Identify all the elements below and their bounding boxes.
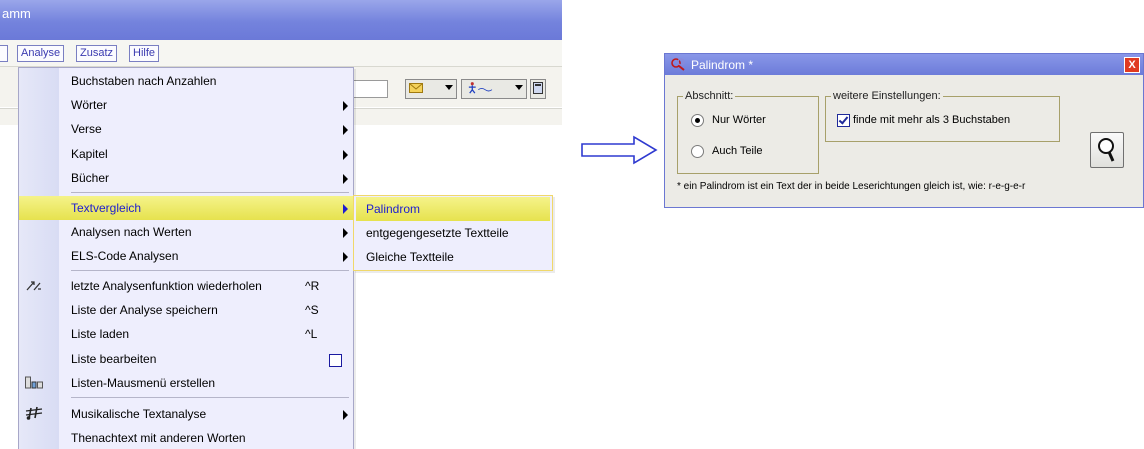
menu-item-label: Liste der Analyse speichern [71, 303, 218, 317]
calculator-icon [533, 82, 543, 94]
menu-item-woerter[interactable]: Wörter [19, 93, 353, 117]
menu-separator [71, 192, 349, 193]
dialog-titlebar: Palindrom * X [665, 54, 1143, 75]
menu-item-label: Liste bearbeiten [71, 352, 157, 366]
menubar-item-analyse[interactable]: Analyse [17, 45, 65, 62]
radio-label: Auch Teile [712, 145, 763, 157]
menu-separator [71, 270, 349, 271]
person-figure-icon [468, 82, 493, 94]
menubar-item-previous[interactable] [0, 45, 8, 62]
menu-item-label: Buchstaben nach Anzahlen [71, 74, 217, 88]
menu-item-label: Bücher [71, 171, 110, 185]
menu-item-buecher[interactable]: Bücher [19, 166, 353, 190]
textvergleich-submenu: Palindrom entgegengesetzte Textteile Gle… [353, 195, 553, 271]
min-letters-checkbox[interactable] [837, 114, 850, 127]
mail-icon [409, 83, 423, 93]
calculator-button[interactable] [530, 79, 546, 99]
submenu-arrow-icon [343, 228, 348, 238]
menu-item-musical-analysis[interactable]: Musikalische Textanalyse [19, 402, 353, 426]
menu-item-els-code[interactable]: ELS-Code Analysen [19, 244, 353, 268]
mail-dropdown-button[interactable] [405, 79, 457, 99]
menu-item-label: Liste laden [71, 327, 130, 341]
submenu-arrow-icon [343, 101, 348, 111]
submenu-item-label: entgegengesetzte Textteile [366, 226, 509, 240]
search-button[interactable] [1090, 132, 1124, 168]
menubar: Analyse Zusatz Hilfe [0, 40, 562, 67]
menubar-item-zusatz[interactable]: Zusatz [76, 45, 118, 62]
close-button[interactable]: X [1124, 57, 1140, 73]
menu-item-label: Analysen nach Werten [71, 225, 192, 239]
radio-label: Nur Wörter [712, 114, 766, 126]
submenu-arrow-icon [343, 204, 348, 214]
menu-checkbox[interactable] [329, 354, 342, 367]
group-caption: Abschnitt: [683, 90, 736, 102]
menu-item-shortcut: ^R [305, 279, 320, 293]
submenu-arrow-icon [343, 252, 348, 262]
menu-item-load-list[interactable]: Liste laden ^L [19, 322, 353, 346]
palindrom-dialog: Palindrom * X Abschnitt: Nur Wörter Auch… [664, 53, 1144, 208]
group-caption: weitere Einstellungen: [831, 90, 943, 102]
analyse-menu: Buchstaben nach Anzahlen Wörter Verse Ka… [18, 67, 354, 449]
window-titlebar: amm [0, 0, 562, 40]
menu-item-edit-list[interactable]: Liste bearbeiten [19, 347, 353, 371]
menu-item-label: Listen-Mausmenü erstellen [71, 376, 216, 390]
menu-item-label: ELS-Code Analysen [71, 249, 179, 263]
menu-item-save-list[interactable]: Liste der Analyse speichern ^S [19, 298, 353, 322]
menu-item-label: Kapitel [71, 147, 108, 161]
menu-item-kapitel[interactable]: Kapitel [19, 142, 353, 166]
chevron-down-icon [445, 85, 453, 90]
menu-item-buchstaben[interactable]: Buchstaben nach Anzahlen [19, 69, 353, 93]
submenu-item-label: Palindrom [366, 202, 421, 216]
submenu-arrow-icon [343, 125, 348, 135]
menu-item-analysen-nach-werten[interactable]: Analysen nach Werten [19, 220, 353, 244]
menu-item-label: Thenachtext mit anderen Worten [71, 431, 246, 445]
menu-item-label: Musikalische Textanalyse [71, 407, 207, 421]
menu-item-create-list-menu[interactable]: Listen-Mausmenü erstellen [19, 371, 353, 395]
menu-item-label: letzte Analysenfunktion wiederholen [71, 279, 262, 293]
search-icon [1098, 138, 1115, 162]
menubar-item-hilfe[interactable]: Hilfe [129, 45, 160, 62]
menu-item-other-words[interactable]: Thenachtext mit anderen Worten [19, 426, 353, 449]
menu-item-textvergleich[interactable]: Textvergleich [19, 196, 353, 220]
submenu-arrow-icon [343, 410, 348, 420]
settings-group: weitere Einstellungen: finde mit mehr al… [825, 90, 1060, 142]
checkbox-label: finde mit mehr als 3 Buchstaben [853, 114, 1011, 126]
figure-dropdown-button[interactable] [461, 79, 527, 99]
toolbar-input[interactable] [352, 80, 388, 98]
menu-item-label: Textvergleich [71, 201, 142, 215]
menu-item-verse[interactable]: Verse [19, 117, 353, 141]
submenu-item-label: Gleiche Textteile [366, 250, 454, 264]
menu-item-repeat-analysis[interactable]: letzte Analysenfunktion wiederholen ^R [19, 274, 353, 298]
dialog-title: Palindrom * [691, 58, 754, 72]
chevron-down-icon [515, 85, 523, 90]
submenu-arrow-icon [343, 174, 348, 184]
menu-item-shortcut: ^S [305, 303, 319, 317]
footnote: * ein Palindrom ist ein Text der in beid… [677, 181, 1026, 192]
submenu-arrow-icon [343, 150, 348, 160]
submenu-item-opposite-parts[interactable]: entgegengesetzte Textteile [356, 221, 550, 245]
menu-item-shortcut: ^L [305, 327, 318, 341]
menu-separator [71, 397, 349, 398]
submenu-item-same-parts[interactable]: Gleiche Textteile [356, 245, 550, 269]
submenu-item-palindrom[interactable]: Palindrom [356, 197, 550, 221]
radio-auch-teile[interactable] [691, 145, 704, 158]
menu-item-label: Verse [71, 122, 102, 136]
palindrom-tool-icon [671, 58, 685, 71]
menu-item-label: Wörter [71, 98, 107, 112]
window-title: amm [2, 6, 31, 21]
abschnitt-group: Abschnitt: Nur Wörter Auch Teile [677, 90, 819, 174]
application-window: amm Analyse Zusatz Hilfe Buchstaben nach… [0, 0, 562, 449]
radio-nur-woerter[interactable] [691, 114, 704, 127]
transition-arrow-icon [581, 135, 658, 165]
